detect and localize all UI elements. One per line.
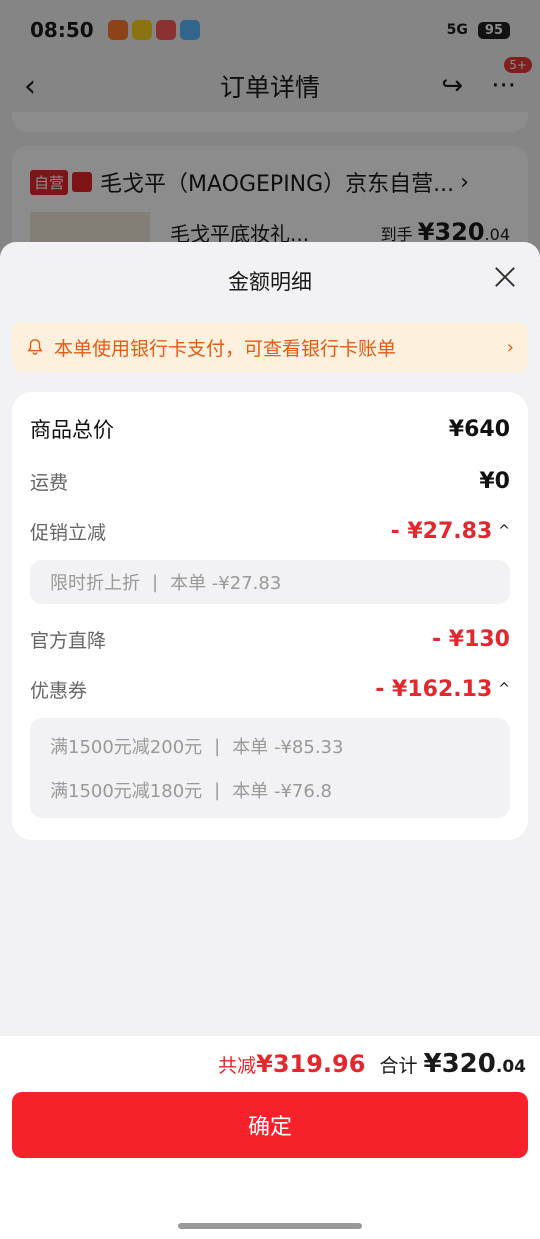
sheet-header: 金额明细 — [0, 242, 540, 320]
total-main: ¥320 — [423, 1049, 496, 1079]
reduction-value: ¥319.96 — [256, 1050, 366, 1078]
coupon-detail-amount: 本单 -¥85.33 — [232, 737, 344, 758]
reduction-label: 共减 — [218, 1055, 257, 1077]
goods-total-value: ¥640 — [448, 416, 510, 442]
chevron-up-icon[interactable]: ^ — [498, 681, 510, 697]
promo-detail-name: 限时折上折 — [50, 573, 140, 594]
modal-overlay[interactable] — [0, 0, 540, 260]
grand-total: 合计 ¥320.04 — [379, 1049, 526, 1079]
promo-detail-amount: 本单 -¥27.83 — [170, 573, 282, 594]
price-detail-card: 商品总价 ¥640 运费 ¥0 促销立减 - ¥27.83 ^ 限时折上折 | … — [12, 392, 528, 840]
home-indicator[interactable] — [178, 1223, 362, 1229]
goods-total-label: 商品总价 — [30, 418, 114, 442]
summary-row: 共减¥319.96 合计 ¥320.04 — [0, 1036, 540, 1092]
shipping-row: 运费 ¥0 — [30, 456, 510, 506]
bank-card-notice[interactable]: 本单使用银行卡支付，可查看银行卡账单 › — [12, 322, 528, 372]
chevron-right-icon: › — [506, 336, 514, 358]
promo-value: - ¥27.83 — [390, 518, 493, 544]
official-discount-label: 官方直降 — [30, 629, 107, 652]
coupon-row[interactable]: 优惠券 - ¥162.13 ^ — [30, 664, 510, 714]
coupon-detail-amount: 本单 -¥76.8 — [232, 781, 332, 802]
total-reduction: 共减¥319.96 — [218, 1050, 365, 1078]
coupon-detail-name: 满1500元减180元 — [50, 781, 203, 802]
coupon-detail-box: 满1500元减200元 | 本单 -¥85.33 满1500元减180元 | 本… — [30, 718, 510, 818]
bottom-bar: 共减¥319.96 合计 ¥320.04 确定 — [0, 1036, 540, 1239]
chevron-up-icon[interactable]: ^ — [498, 523, 510, 539]
official-discount-value: - ¥130 — [431, 626, 510, 652]
bell-icon — [27, 339, 43, 355]
coupon-label: 优惠券 — [30, 679, 88, 702]
promo-label: 促销立减 — [30, 521, 107, 544]
total-decimal: .04 — [495, 1057, 526, 1077]
shipping-value: ¥0 — [479, 468, 510, 494]
divider: | — [152, 571, 159, 593]
promo-row[interactable]: 促销立减 - ¥27.83 ^ — [30, 506, 510, 556]
promo-detail-line: 限时折上折 | 本单 -¥27.83 — [50, 560, 490, 604]
confirm-button[interactable]: 确定 — [12, 1092, 528, 1158]
coupon-detail-line: 满1500元减200元 | 本单 -¥85.33 — [50, 724, 490, 768]
divider: | — [214, 779, 221, 801]
coupon-value: - ¥162.13 — [375, 676, 493, 702]
divider: | — [214, 735, 221, 757]
goods-total-row: 商品总价 ¥640 — [30, 402, 510, 456]
total-label: 合计 — [379, 1055, 418, 1077]
close-icon[interactable] — [494, 266, 516, 288]
promo-detail-box: 限时折上折 | 本单 -¥27.83 — [30, 560, 510, 604]
coupon-detail-line: 满1500元减180元 | 本单 -¥76.8 — [50, 768, 490, 812]
notice-text: 本单使用银行卡支付，可查看银行卡账单 — [54, 337, 397, 360]
official-discount-row: 官方直降 - ¥130 — [30, 614, 510, 664]
coupon-detail-name: 满1500元减200元 — [50, 737, 203, 758]
shipping-label: 运费 — [30, 471, 69, 494]
sheet-title: 金额明细 — [228, 270, 312, 294]
